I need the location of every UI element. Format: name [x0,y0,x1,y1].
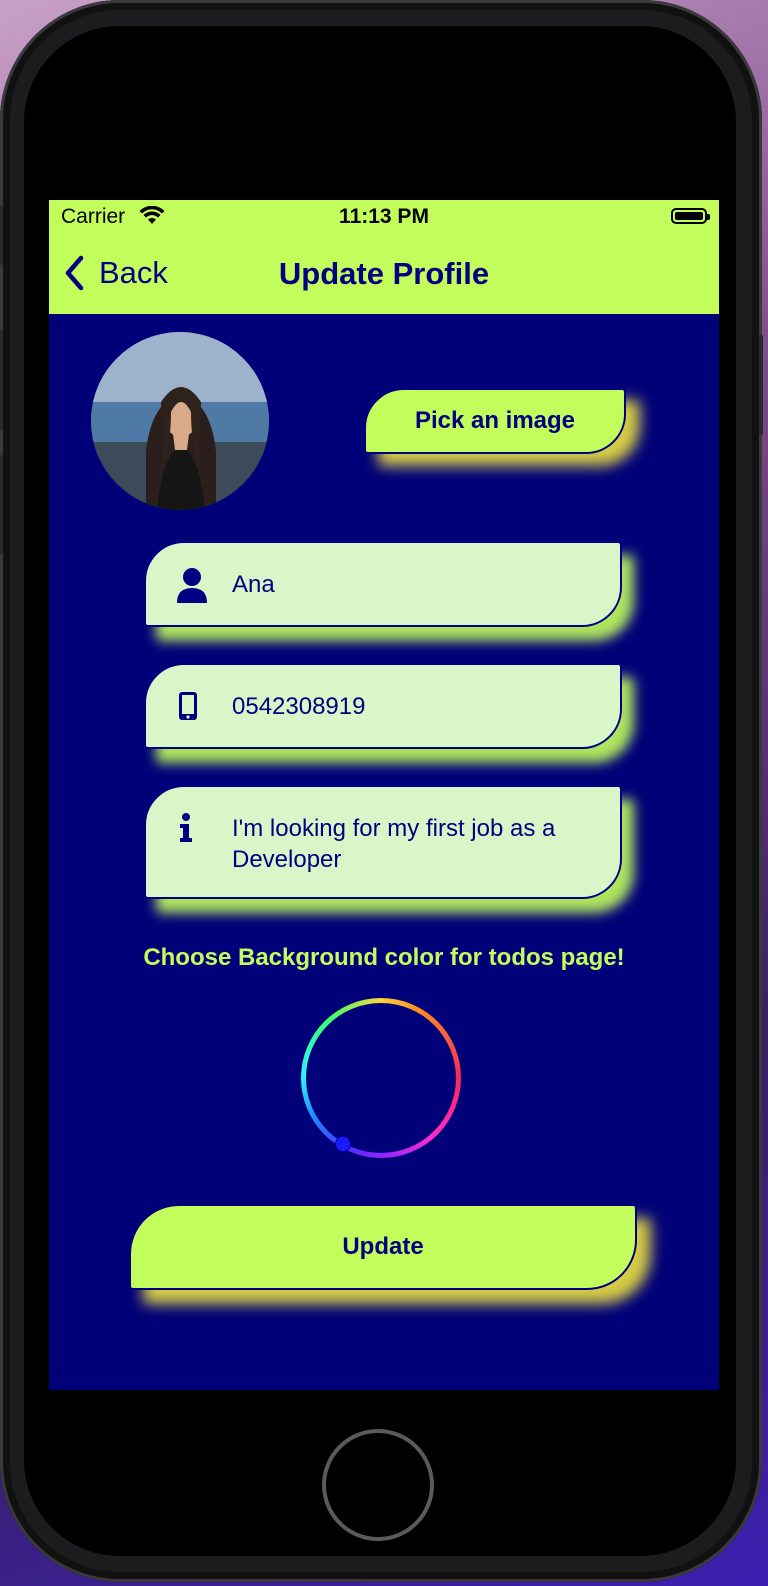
pick-image-button[interactable]: Pick an image [364,388,626,454]
color-picker-label: Choose Background color for todos page! [143,944,625,971]
phone-icon [179,692,197,720]
power-button [759,335,763,435]
volume-down-button [0,455,3,555]
status-time: 11:13 PM [339,205,429,228]
page-title: Update Profile [278,256,490,291]
color-wheel-center [306,1003,456,1153]
name-field[interactable]: Ana [144,541,622,627]
color-wheel-handle[interactable] [335,1136,351,1152]
app-screen: Carrier 11:13 PM Back Update Profile Pic… [49,200,719,1390]
status-bar: Carrier 11:13 PM [49,200,719,236]
name-value: Ana [232,571,275,598]
volume-up-button [0,330,3,430]
mute-switch [0,205,3,265]
avatar[interactable] [91,332,269,510]
color-wheel[interactable] [301,998,461,1158]
battery-icon [671,208,710,224]
home-button[interactable] [322,1429,434,1541]
update-button[interactable]: Update [129,1204,637,1290]
bio-value: I'm looking for my first job as a Develo… [232,815,556,873]
avatar-photo [91,332,269,510]
phone-field[interactable]: 0542308919 [144,663,622,749]
navigation-bar: Back Update Profile [49,236,719,314]
info-icon [180,813,192,842]
phone-value: 0542308919 [232,693,366,720]
bio-field[interactable]: I'm looking for my first job as a Develo… [144,785,622,899]
user-icon [177,568,207,603]
